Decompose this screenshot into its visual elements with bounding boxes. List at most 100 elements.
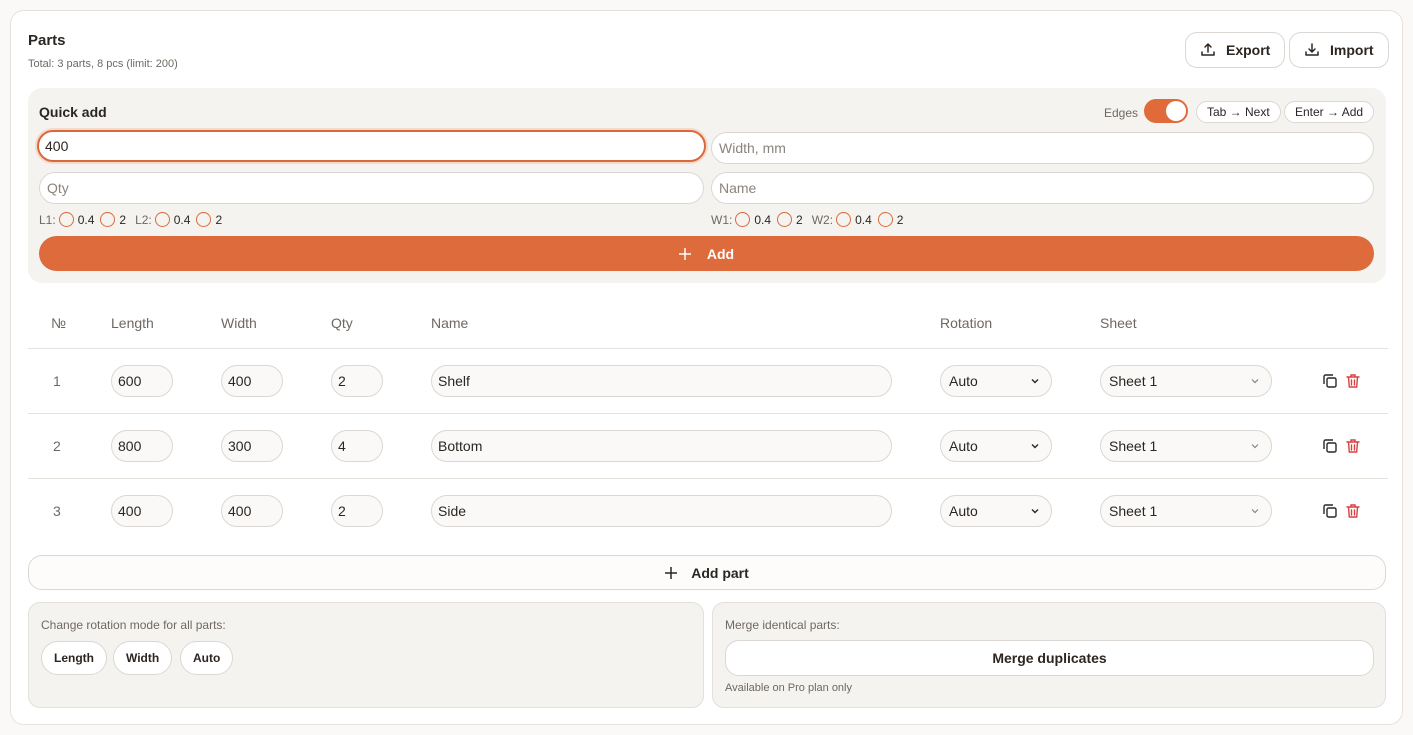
name-field[interactable]: Bottom	[431, 430, 892, 462]
chevron-down-icon	[1251, 379, 1259, 384]
tab-hint: Tab → Next	[1196, 101, 1281, 123]
edge-value: 0.4	[754, 212, 772, 227]
enter-hint: Enter → Add	[1284, 101, 1375, 123]
copy-icon[interactable]	[1321, 502, 1339, 520]
name-field[interactable]: Side	[431, 495, 892, 527]
rotation-value: Auto	[949, 438, 978, 454]
edge-value: 2	[215, 212, 223, 227]
rotation-auto-button[interactable]: Auto	[180, 641, 234, 675]
add-label: Add	[706, 245, 735, 262]
length-field[interactable]: 600	[111, 365, 173, 397]
col-header-rotation: Rotation	[940, 315, 993, 331]
rotation-select[interactable]: Auto	[940, 430, 1052, 462]
merge-panel: Merge identical parts: Merge duplicates …	[712, 602, 1386, 708]
export-label: Export	[1226, 42, 1271, 58]
qty-field[interactable]: 2	[331, 495, 383, 527]
rotation-value: Auto	[949, 373, 978, 389]
edge-label-w1: W1:	[711, 212, 733, 227]
chevron-down-icon	[1031, 509, 1039, 514]
download-icon	[1305, 43, 1319, 56]
name-input[interactable]: Name	[711, 172, 1374, 204]
quick-add-panel: Quick add Edges Tab → Next Enter → Add 4…	[28, 88, 1386, 283]
col-header-width: Width	[221, 315, 257, 331]
add-button[interactable]: Add	[39, 236, 1374, 271]
edge-label-w2: W2:	[811, 212, 834, 227]
col-header-qty: Qty	[331, 315, 353, 331]
parts-card: Parts Total: 3 parts, 8 pcs (limit: 200)…	[10, 10, 1403, 725]
edge-radio-l1-a[interactable]	[58, 212, 74, 227]
width-input[interactable]: Width, mm	[711, 132, 1374, 164]
sheet-select[interactable]: Sheet 1	[1100, 430, 1272, 462]
edge-radio-w1-b[interactable]	[777, 212, 793, 227]
add-part-label: Add part	[691, 564, 749, 581]
edges-label: Edges	[1104, 106, 1139, 120]
width-field[interactable]: 300	[221, 430, 283, 462]
name-field[interactable]: Shelf	[431, 365, 892, 397]
edge-value: 0.4	[173, 212, 191, 227]
sheet-value: Sheet 1	[1109, 438, 1158, 454]
col-header-length: Length	[111, 315, 154, 331]
plus-icon	[665, 566, 678, 579]
width-field[interactable]: 400	[221, 495, 283, 527]
row-divider	[28, 413, 1388, 414]
copy-icon[interactable]	[1321, 437, 1339, 455]
sheet-select[interactable]: Sheet 1	[1100, 495, 1272, 527]
sheet-value: Sheet 1	[1109, 373, 1158, 389]
length-edges: L1: 0.4 2 L2: 0.4 2	[39, 212, 225, 227]
col-header-num: №	[51, 315, 67, 331]
row-number: 1	[53, 373, 61, 389]
rotation-panel-label: Change rotation mode for all parts:	[41, 618, 226, 632]
parts-summary: Total: 3 parts, 8 pcs (limit: 200)	[28, 58, 178, 70]
edge-label-l1: L1:	[39, 212, 56, 227]
edge-value: 2	[796, 212, 803, 227]
rotation-select[interactable]: Auto	[940, 495, 1052, 527]
edge-value: 0.4	[77, 212, 95, 227]
toggle-knob	[1166, 101, 1186, 121]
copy-icon[interactable]	[1321, 372, 1339, 390]
sheet-select[interactable]: Sheet 1	[1100, 365, 1272, 397]
row-number: 2	[53, 438, 61, 454]
rotation-panel: Change rotation mode for all parts: Leng…	[28, 602, 704, 708]
page-title: Parts	[28, 32, 66, 49]
trash-icon[interactable]	[1344, 372, 1362, 390]
edge-radio-w2-b[interactable]	[877, 212, 893, 227]
edge-radio-w2-a[interactable]	[836, 212, 852, 227]
rotation-width-button[interactable]: Width	[113, 641, 173, 675]
length-field[interactable]: 800	[111, 430, 173, 462]
upload-icon	[1201, 43, 1215, 56]
width-field[interactable]: 400	[221, 365, 283, 397]
trash-icon[interactable]	[1344, 437, 1362, 455]
add-part-button[interactable]: Add part	[28, 555, 1386, 590]
trash-icon[interactable]	[1344, 502, 1362, 520]
edge-radio-w1-a[interactable]	[735, 212, 751, 227]
edge-radio-l1-b[interactable]	[100, 212, 116, 227]
edges-toggle[interactable]	[1144, 99, 1188, 123]
width-edges: W1: 0.4 2 W2: 0.4 2	[711, 212, 906, 227]
merge-panel-label: Merge identical parts:	[725, 618, 840, 632]
edge-value: 0.4	[855, 212, 872, 227]
edge-value: 2	[896, 212, 904, 227]
import-button[interactable]: Import	[1289, 32, 1389, 68]
rotation-select[interactable]: Auto	[940, 365, 1052, 397]
edge-radio-l2-a[interactable]	[154, 212, 170, 227]
pro-plan-note: Available on Pro plan only	[725, 682, 852, 694]
edge-label-l2: L2:	[135, 212, 152, 227]
export-button[interactable]: Export	[1185, 32, 1286, 68]
chevron-down-icon	[1251, 444, 1259, 449]
row-divider	[28, 348, 1388, 349]
qty-field[interactable]: 4	[331, 430, 383, 462]
qty-input[interactable]: Qty	[39, 172, 704, 204]
chevron-down-icon	[1031, 379, 1039, 384]
col-header-name: Name	[431, 315, 469, 331]
merge-duplicates-button[interactable]: Merge duplicates	[725, 640, 1374, 676]
length-field[interactable]: 400	[111, 495, 173, 527]
sheet-value: Sheet 1	[1109, 503, 1158, 519]
plus-icon	[678, 247, 691, 260]
edge-value: 2	[119, 212, 127, 227]
qty-field[interactable]: 2	[331, 365, 383, 397]
rotation-length-button[interactable]: Length	[41, 641, 107, 675]
row-number: 3	[53, 503, 61, 519]
length-input[interactable]: 400	[37, 130, 706, 162]
edge-radio-l2-b[interactable]	[196, 212, 212, 227]
row-divider	[28, 478, 1388, 479]
